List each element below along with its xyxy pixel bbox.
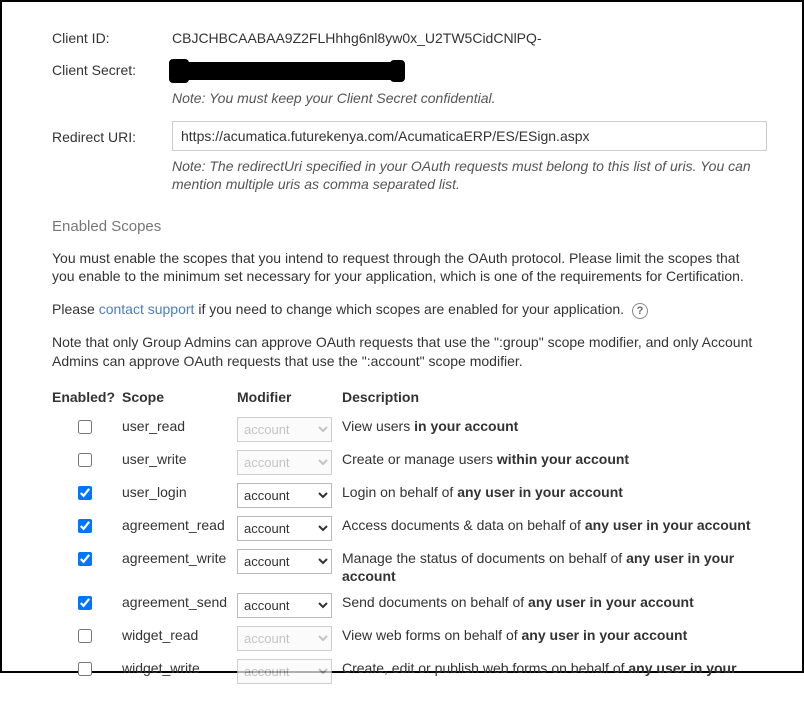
client-secret-redacted [172,62,402,80]
redirect-uri-note: Note: The redirectUri specified in your … [172,157,767,193]
table-row: widget_writeaccount Create, edit or publi… [52,655,762,688]
scope-name: agreement_send [122,589,237,622]
scope-enabled-checkbox[interactable] [78,552,92,566]
scope-description: Create, edit or publish web forms on beh… [342,655,762,688]
table-row: widget_readaccount View web forms on beha… [52,622,762,655]
scope-modifier-select[interactable]: account [237,516,332,541]
scope-description: View web forms on behalf of any user in … [342,622,762,655]
scope-modifier-select: account [237,626,332,651]
scope-modifier-select[interactable]: account [237,483,332,508]
scope-modifier-select: account [237,450,332,475]
contact-support-link[interactable]: contact support [99,301,195,317]
scope-description: View users in your account [342,413,762,446]
scope-enabled-checkbox[interactable] [78,420,92,434]
scope-description: Access documents & data on behalf of any… [342,512,762,545]
scopes-intro-text: You must enable the scopes that you inte… [52,249,762,287]
table-row: agreement_readaccount Access documents & … [52,512,762,545]
scope-description: Login on behalf of any user in your acco… [342,479,762,512]
scope-description: Manage the status of documents on behalf… [342,545,762,589]
table-row: agreement_sendaccount Send documents on b… [52,589,762,622]
scope-modifier-select[interactable]: account [237,593,332,618]
scope-name: user_login [122,479,237,512]
col-description-header: Description [342,385,762,413]
col-scope-header: Scope [122,385,237,413]
client-secret-label: Client Secret: [52,54,172,78]
redirect-uri-label: Redirect URI: [52,121,172,145]
col-enabled-header: Enabled? [52,385,122,413]
scope-enabled-checkbox[interactable] [78,596,92,610]
scopes-table: Enabled? Scope Modifier Description user… [52,385,762,688]
scope-name: user_read [122,413,237,446]
help-icon[interactable]: ? [632,303,648,319]
scope-modifier-select[interactable]: account [237,549,332,574]
scope-name: widget_read [122,622,237,655]
scopes-contact-pre: Please [52,301,99,317]
client-secret-note: Note: You must keep your Client Secret c… [172,89,762,107]
table-row: agreement_writeaccount Manage the status … [52,545,762,589]
enabled-scopes-header: Enabled Scopes [52,218,762,235]
client-id-label: Client ID: [52,22,172,46]
client-id-value: CBJCHBCAABAA9Z2FLHhhg6nl8yw0x_U2TW5CidCN… [172,22,762,46]
table-row: user_loginaccount Login on behalf of any … [52,479,762,512]
table-row: user_readaccount View users in your accou… [52,413,762,446]
scopes-contact-post: if you need to change which scopes are e… [194,301,628,317]
scope-enabled-checkbox[interactable] [78,453,92,467]
scope-name: agreement_read [122,512,237,545]
scope-modifier-select: account [237,417,332,442]
scope-name: widget_write [122,655,237,688]
scopes-admin-note: Note that only Group Admins can approve … [52,333,762,371]
col-modifier-header: Modifier [237,385,342,413]
scope-description: Send documents on behalf of any user in … [342,589,762,622]
table-row: user_writeaccount Create or manage users … [52,446,762,479]
scope-name: agreement_write [122,545,237,589]
scope-description: Create or manage users within your accou… [342,446,762,479]
scope-enabled-checkbox[interactable] [78,486,92,500]
scope-enabled-checkbox[interactable] [78,629,92,643]
scope-name: user_write [122,446,237,479]
scope-enabled-checkbox[interactable] [78,662,92,676]
redirect-uri-input[interactable] [172,121,767,151]
scope-modifier-select: account [237,659,332,684]
scope-enabled-checkbox[interactable] [78,519,92,533]
